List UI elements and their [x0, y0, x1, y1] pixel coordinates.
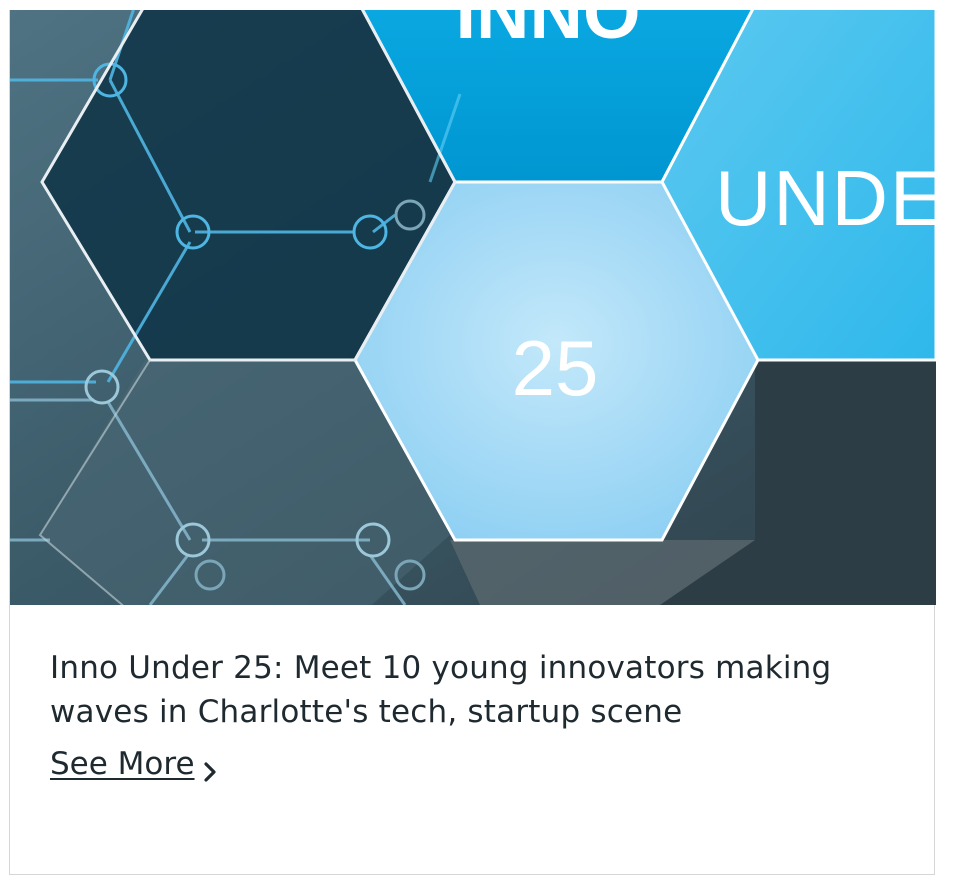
article-image[interactable]: INNO UNDER 25: [10, 10, 936, 605]
see-more-label[interactable]: See More: [50, 742, 195, 786]
article-body: Inno Under 25: Meet 10 young innovators …: [50, 646, 900, 786]
number-text: 25: [512, 324, 599, 412]
article-headline[interactable]: Inno Under 25: Meet 10 young innovators …: [50, 646, 900, 734]
chevron-right-icon: [201, 752, 221, 782]
under-text: UNDER: [715, 154, 936, 242]
see-more-link[interactable]: See More: [50, 742, 221, 786]
inno-under-25-graphic: INNO UNDER 25: [10, 10, 936, 605]
inno-text: INNO: [456, 10, 641, 54]
article-card[interactable]: INNO UNDER 25 Inno Under 25: Meet 10 you…: [9, 10, 936, 875]
